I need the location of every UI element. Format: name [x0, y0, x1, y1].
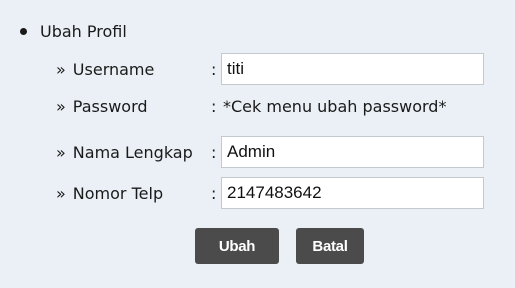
raquo-icon: »: [56, 142, 66, 162]
nomor-telp-label: » Nomor Telp :: [56, 184, 221, 203]
separator-colon: :: [211, 59, 217, 79]
raquo-icon: »: [56, 96, 66, 116]
ubah-profil-panel: Ubah Profil » Username : » Password : *C…: [0, 0, 515, 288]
nama-lengkap-row: » Nama Lengkap :: [56, 136, 484, 168]
password-label: » Password :: [56, 97, 221, 116]
ubah-button[interactable]: Ubah: [195, 228, 279, 264]
raquo-icon: »: [56, 59, 66, 79]
password-note: *Cek menu ubah password*: [223, 96, 447, 116]
section-title: Ubah Profil: [40, 21, 127, 41]
separator-colon: :: [211, 142, 217, 162]
raquo-icon: »: [56, 183, 66, 203]
username-row: » Username :: [56, 53, 484, 85]
nama-lengkap-label: » Nama Lengkap :: [56, 143, 221, 162]
nomor-telp-row: » Nomor Telp :: [56, 177, 484, 209]
batal-button[interactable]: Batal: [296, 228, 364, 264]
username-input[interactable]: [221, 53, 484, 85]
nomor-telp-input[interactable]: [221, 177, 484, 209]
username-label: » Username :: [56, 60, 221, 79]
separator-colon: :: [211, 96, 217, 116]
nama-lengkap-input[interactable]: [221, 136, 484, 168]
password-row: » Password : *Cek menu ubah password*: [56, 90, 446, 122]
separator-colon: :: [211, 183, 217, 203]
bullet-icon: [20, 27, 27, 35]
section-heading: Ubah Profil: [20, 20, 127, 42]
